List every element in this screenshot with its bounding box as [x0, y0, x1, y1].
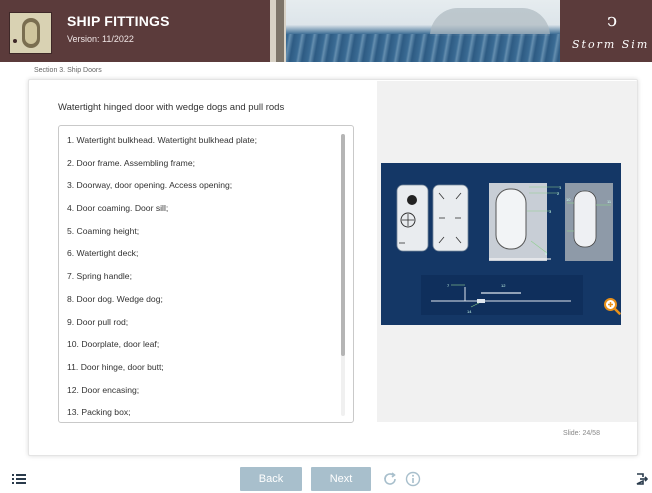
svg-text:10: 10: [566, 197, 571, 202]
brand-logo-icon: ↄ: [607, 10, 618, 31]
list-item: 6. Watertight deck;: [67, 248, 139, 259]
brand-name: Storm Sim: [572, 38, 650, 51]
slide-title: Watertight hinged door with wedge dogs a…: [58, 102, 285, 113]
app-title: SHIP FITTINGS: [67, 13, 170, 29]
list-item: 8. Door dog. Wedge dog;: [67, 293, 163, 304]
list-item: 5. Coaming height;: [67, 225, 140, 236]
exit-icon[interactable]: [636, 473, 648, 485]
svg-text:12: 12: [501, 283, 506, 288]
list-item: 10. Doorplate, door leaf;: [67, 339, 160, 350]
zoom-in-icon[interactable]: [603, 297, 621, 315]
app-version: Version: 11/2022: [67, 34, 134, 44]
header-title-area: SHIP FITTINGS Version: 11/2022: [0, 0, 270, 62]
slide-card: Watertight hinged door with wedge dogs a…: [28, 79, 638, 456]
list-scrollbar[interactable]: [341, 134, 345, 416]
terms-list: 1. Watertight bulkhead. Watertight bulkh…: [59, 126, 353, 422]
brand-area: ↄ Storm Sim: [560, 0, 652, 62]
list-item: 7. Spring handle;: [67, 271, 132, 282]
list-item: 1. Watertight bulkhead. Watertight bulkh…: [67, 135, 257, 145]
next-button[interactable]: Next: [311, 467, 371, 491]
list-item: 13. Packing box;: [67, 407, 131, 418]
terms-list-box[interactable]: 1. Watertight bulkhead. Watertight bulkh…: [58, 125, 354, 423]
list-item: 9. Door pull rod;: [67, 316, 129, 327]
diagram-panel: 1 2 3 5 10 11 7 12 14: [377, 81, 637, 422]
list-item: 4. Door coaming. Door sill;: [67, 203, 169, 214]
list-item: 12. Door encasing;: [67, 384, 140, 395]
header-banner-image: [270, 0, 560, 62]
slide-counter: Slide: 24/58: [563, 430, 600, 437]
app-header: SHIP FITTINGS Version: 11/2022 ↄ Storm S…: [0, 0, 652, 62]
back-button[interactable]: Back: [240, 467, 302, 491]
list-item: 3. Doorway, door opening. Access opening…: [67, 180, 233, 191]
svg-text:14: 14: [467, 309, 472, 314]
list-item: 11. Door hinge, door butt;: [67, 361, 164, 372]
list-item: 2. Door frame. Assembling frame;: [67, 157, 195, 168]
info-icon[interactable]: [405, 471, 421, 487]
breadcrumb: Section 3. Ship Doors: [34, 67, 102, 74]
door-diagram-image[interactable]: 1 2 3 5 10 11 7 12 14: [381, 163, 621, 325]
scrollbar-thumb[interactable]: [341, 134, 345, 356]
door-logo-icon: [9, 12, 52, 54]
reload-icon[interactable]: [382, 471, 398, 487]
menu-list-icon[interactable]: [12, 474, 26, 484]
